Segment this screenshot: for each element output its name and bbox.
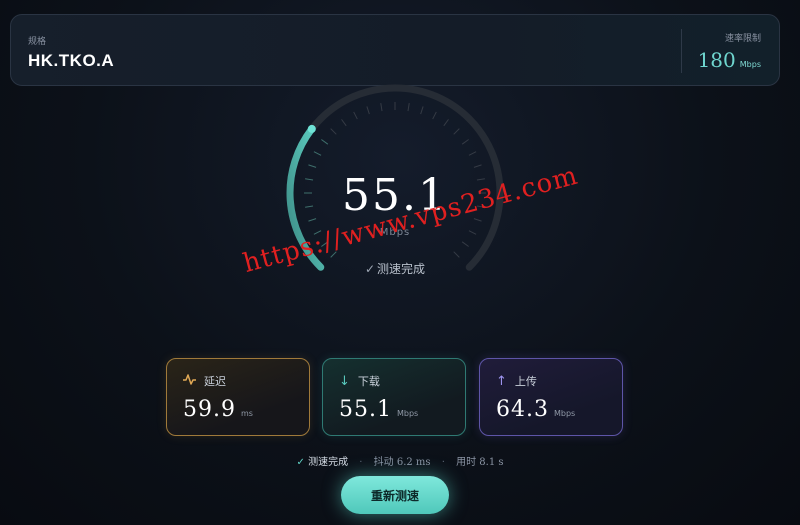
gauge-tick bbox=[468, 151, 477, 156]
gauge-tick bbox=[461, 139, 469, 145]
download-label: 下载 bbox=[357, 375, 380, 388]
download-card: ↓ 下载 55.1 Mbps bbox=[322, 358, 466, 436]
jitter-label: 抖动 bbox=[373, 457, 394, 468]
gauge-tick bbox=[353, 111, 358, 120]
server-info-card: 规格 HK.TKO.A 速率限制 180 Mbps bbox=[10, 14, 780, 86]
gauge-tick bbox=[432, 111, 437, 120]
latency-value: 59.9 bbox=[183, 397, 236, 422]
card-divider bbox=[681, 29, 682, 73]
summary-status: 测速完成 bbox=[308, 457, 349, 468]
gauge-tick bbox=[461, 241, 469, 247]
gauge-tick bbox=[453, 251, 460, 258]
arrow-down-icon: ↓ bbox=[339, 373, 350, 389]
gauge-tick bbox=[341, 119, 347, 127]
download-unit: Mbps bbox=[396, 409, 419, 418]
latency-unit: ms bbox=[240, 409, 253, 418]
gauge-tick bbox=[313, 151, 322, 156]
rate-limit-unit: Mbps bbox=[739, 60, 761, 69]
gauge-tick bbox=[330, 128, 337, 135]
test-summary: ✓ 测速完成 · 抖动 6.2 ms · 用时 8.1 s bbox=[0, 453, 800, 468]
gauge-tick bbox=[321, 139, 329, 145]
retest-button[interactable]: 重新测速 bbox=[341, 476, 449, 514]
upload-card: ↑ 上传 64.3 Mbps bbox=[479, 358, 623, 436]
arrow-up-icon: ↑ bbox=[496, 373, 507, 389]
upload-value: 64.3 bbox=[496, 397, 549, 422]
latency-label: 延迟 bbox=[204, 375, 226, 388]
gauge-tick bbox=[366, 106, 370, 115]
rate-limit: 180 Mbps bbox=[698, 48, 761, 72]
rate-limit-value: 180 bbox=[697, 48, 736, 72]
separator-dot: · bbox=[359, 457, 363, 468]
gauge-tick bbox=[380, 103, 383, 112]
gauge-status: ✓ 测速完成 bbox=[300, 260, 490, 277]
spec-value: HK.TKO.A bbox=[28, 51, 115, 70]
gauge-tick bbox=[453, 128, 460, 135]
gauge-tick bbox=[473, 164, 482, 168]
gauge-tick bbox=[407, 103, 410, 112]
upload-unit: Mbps bbox=[553, 409, 576, 418]
gauge-indicator bbox=[307, 124, 316, 133]
rate-limit-label: 速率限制 bbox=[724, 34, 761, 44]
gauge-tick bbox=[443, 119, 449, 127]
separator-dot: · bbox=[441, 457, 445, 468]
download-value: 55.1 bbox=[339, 397, 392, 422]
duration-label: 用时 bbox=[456, 457, 477, 468]
latency-card: 延迟 59.9 ms bbox=[166, 358, 310, 436]
gauge-tick bbox=[308, 164, 317, 168]
pulse-icon bbox=[183, 373, 196, 389]
spec-label: 规格 bbox=[28, 37, 47, 47]
gauge-tick bbox=[420, 106, 424, 115]
check-icon: ✓ bbox=[364, 262, 376, 276]
duration-value: 8.1 s bbox=[479, 457, 504, 468]
check-icon: ✓ bbox=[296, 457, 305, 468]
upload-label: 上传 bbox=[514, 375, 537, 388]
gauge-status-text: 测速完成 bbox=[377, 262, 426, 276]
jitter-value: 6.2 ms bbox=[396, 457, 431, 468]
